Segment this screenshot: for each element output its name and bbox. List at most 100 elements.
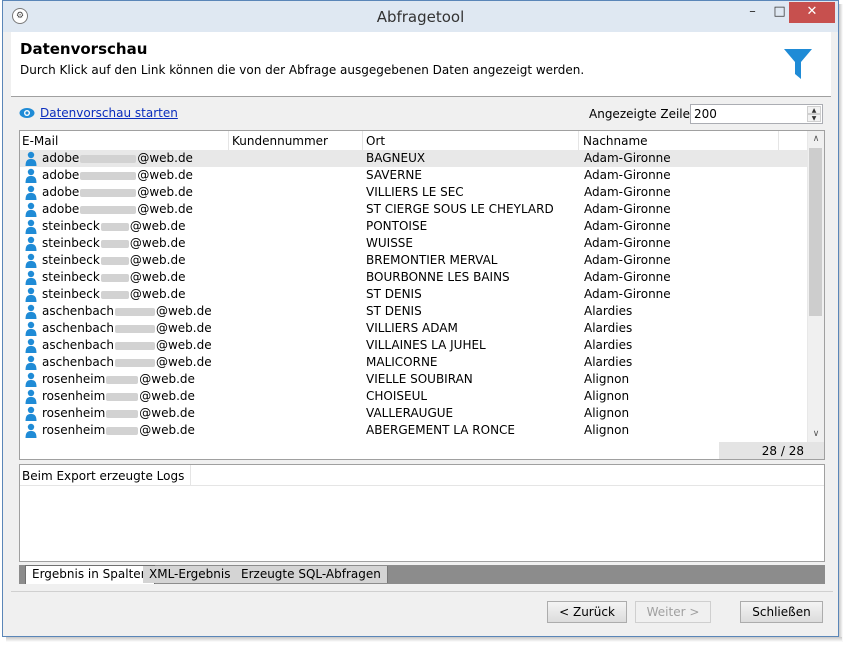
column-separator[interactable] [778,131,779,150]
redacted-text [100,290,129,299]
email-prefix: steinbeck [42,253,100,267]
spin-up-icon[interactable]: ▲ [807,106,821,114]
scroll-up-icon[interactable]: ∧ [808,131,824,147]
redacted-text [100,273,129,282]
lastname-cell: Alignon [584,389,630,403]
close-window-button[interactable]: ✕ [789,2,835,23]
email-prefix: adobe [42,202,80,216]
spin-down-icon[interactable]: ▼ [807,114,821,122]
table-row[interactable]: adobe @web.de VILLIERS LE SEC Adam-Gironne [20,184,809,201]
preview-start-link-group[interactable]: Datenvorschau starten [19,106,178,120]
table-row[interactable]: rosenheim @web.de VIELLE SOUBIRAN Alignon [20,371,809,388]
email-prefix: steinbeck [42,270,100,284]
rows-stepper[interactable]: ▲ ▼ [690,104,823,124]
lastname-cell: Adam-Gironne [584,185,671,199]
table-row[interactable]: steinbeck @web.de ST DENIS Adam-Gironne [20,286,809,303]
table-row[interactable]: steinbeck @web.de PONTOISE Adam-Gironne [20,218,809,235]
city-cell: VALLERAUGUE [366,406,454,420]
rows-input[interactable] [691,105,807,123]
column-header-city[interactable]: Ort [366,134,385,148]
person-icon [25,151,37,166]
email-suffix: @web.de [155,304,212,318]
city-cell: MALICORNE [366,355,438,369]
email-cell: rosenheim @web.de [42,406,195,420]
column-separator[interactable] [362,131,363,150]
tab-xml-result[interactable]: XML-Ergebnis [143,566,238,583]
person-icon [25,270,37,285]
lastname-cell: Alardies [584,338,633,352]
person-icon [25,236,37,251]
column-separator[interactable] [228,131,229,150]
city-cell: SAVERNE [366,168,422,182]
email-suffix: @web.de [139,423,195,437]
table-row[interactable]: aschenbach @web.de VILLAINES LA JUHEL Alard… [20,337,809,354]
table-row[interactable]: rosenheim @web.de ABERGEMENT LA RONCE Align… [20,422,809,439]
table-row[interactable]: aschenbach @web.de ST DENIS Alardies [20,303,809,320]
person-icon [25,185,37,200]
rows-label: Angezeigte Zeilen: [589,107,702,121]
city-cell: ST DENIS [366,304,422,318]
scroll-down-icon[interactable]: ∨ [808,426,824,442]
email-prefix: steinbeck [42,236,100,250]
dialog-window: ⚙ Abfragetool – □ ✕ Datenvorschau Durch … [2,0,839,637]
redacted-text [106,426,139,435]
redacted-text [100,256,129,265]
title-bar[interactable]: ⚙ Abfragetool – □ ✕ [3,1,838,32]
grid-rows: adobe @web.de BAGNEUX Adam-Gironne adobe @web… [20,150,809,439]
person-icon [25,219,37,234]
scroll-thumb[interactable] [809,148,822,316]
lastname-cell: Adam-Gironne [584,168,671,182]
tab-sql-queries[interactable]: Erzeugte SQL-Abfragen [235,566,388,583]
city-cell: ST CIERGE SOUS LE CHEYLARD [366,202,554,216]
table-row[interactable]: adobe @web.de SAVERNE Adam-Gironne [20,167,809,184]
table-row[interactable]: steinbeck @web.de BOURBONNE LES BAINS Adam-… [20,269,809,286]
grid-header: E-Mail Kundennummer Ort Nachname [20,131,809,151]
table-row[interactable]: aschenbach @web.de VILLIERS ADAM Alardies [20,320,809,337]
vertical-scrollbar[interactable]: ∧ ∨ [807,131,824,442]
redacted-text [80,154,137,163]
table-row[interactable]: steinbeck @web.de BREMONTIER MERVAL Adam-Gi… [20,252,809,269]
logs-header: Beim Export erzeugte Logs [20,465,191,486]
eye-icon [19,108,35,118]
city-cell: VILLIERS ADAM [366,321,458,335]
city-cell: VIELLE SOUBIRAN [366,372,473,386]
table-row[interactable]: adobe @web.de ST CIERGE SOUS LE CHEYLARD Ad… [20,201,809,218]
table-row[interactable]: rosenheim @web.de VALLERAUGUE Alignon [20,405,809,422]
email-cell: adobe @web.de [42,202,193,216]
lastname-cell: Adam-Gironne [584,236,671,250]
result-tabs: Ergebnis in Spalten XML-Ergebnis Erzeugt… [19,565,825,584]
email-prefix: adobe [42,151,80,165]
next-button[interactable]: Weiter > [635,601,711,623]
table-row[interactable]: aschenbach @web.de MALICORNE Alardies [20,354,809,371]
email-suffix: @web.de [139,372,195,386]
city-cell: ST DENIS [366,287,422,301]
minimize-button[interactable]: – [739,2,766,23]
redacted-text [114,307,155,316]
table-row[interactable]: adobe @web.de BAGNEUX Adam-Gironne [20,150,809,167]
person-icon [25,406,37,421]
table-row[interactable]: rosenheim @web.de CHOISEUL Alignon [20,388,809,405]
table-row[interactable]: steinbeck @web.de WUISSE Adam-Gironne [20,235,809,252]
email-suffix: @web.de [155,338,212,352]
email-cell: adobe @web.de [42,185,193,199]
city-cell: PONTOISE [366,219,428,233]
close-button[interactable]: Schließen [740,601,823,623]
email-cell: steinbeck @web.de [42,253,185,267]
person-icon [25,253,37,268]
start-preview-link[interactable]: Datenvorschau starten [40,106,178,120]
person-icon [25,287,37,302]
column-header-lastname[interactable]: Nachname [583,134,648,148]
email-prefix: steinbeck [42,287,100,301]
column-header-email[interactable]: E-Mail [22,134,58,148]
column-separator[interactable] [578,131,579,150]
column-header-customer-number[interactable]: Kundennummer [232,134,328,148]
email-prefix: adobe [42,185,80,199]
lastname-cell: Adam-Gironne [584,219,671,233]
tab-columns-result[interactable]: Ergebnis in Spalten [25,565,156,584]
email-cell: rosenheim @web.de [42,372,195,386]
lastname-cell: Adam-Gironne [584,202,671,216]
person-icon [25,321,37,336]
back-button[interactable]: < Zurück [547,601,627,623]
footer-separator [11,591,833,592]
data-grid[interactable]: E-Mail Kundennummer Ort Nachname adobe @w… [19,130,825,460]
